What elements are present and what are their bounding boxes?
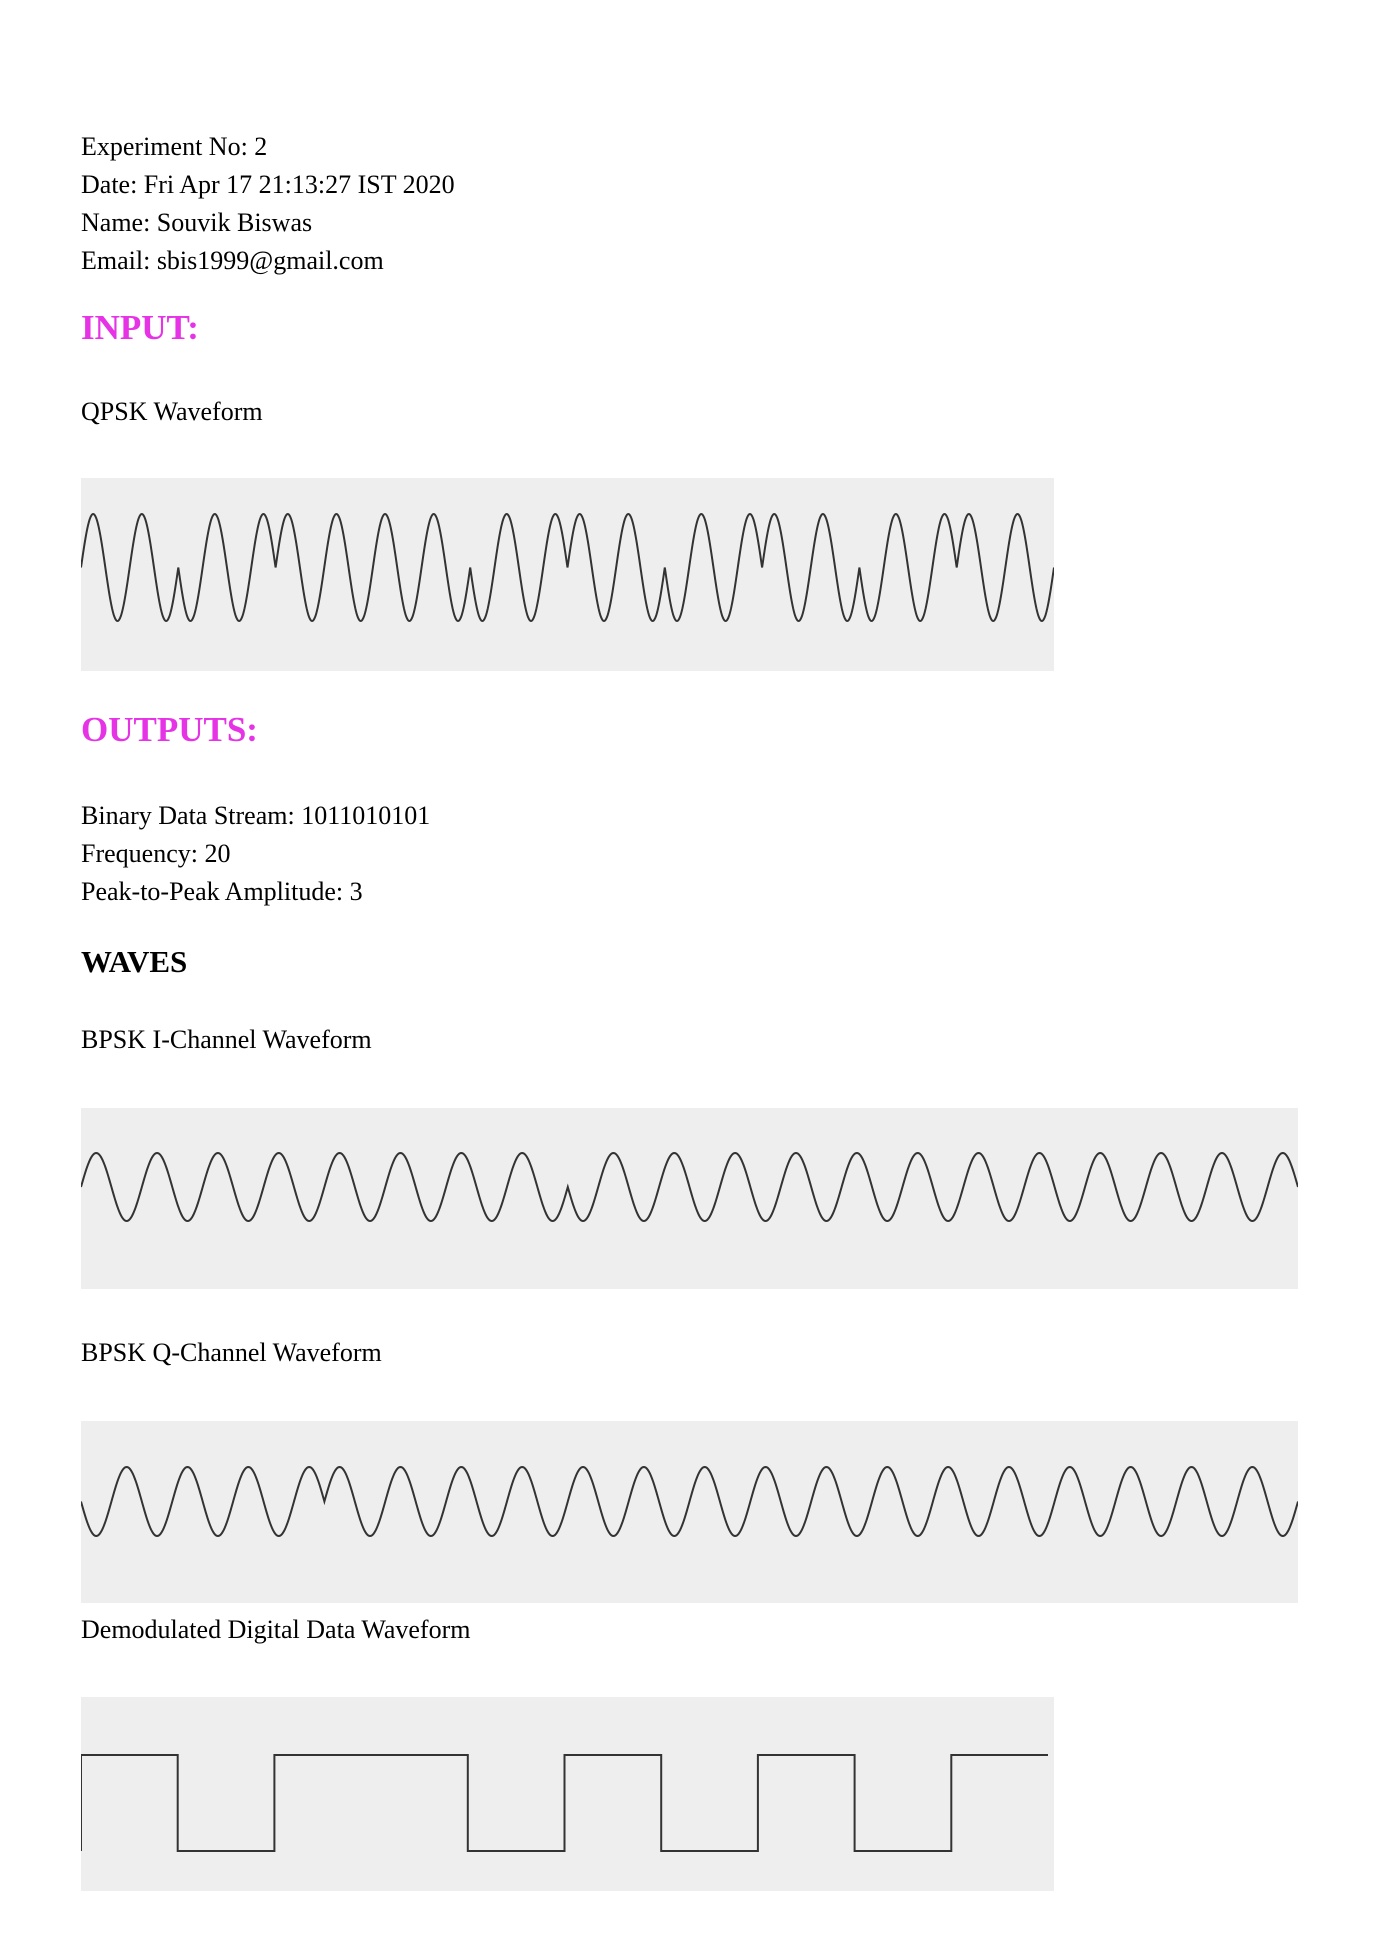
demod-label-wrap: Demodulated Digital Data Waveform	[81, 1614, 470, 1646]
demod-waveform-line	[81, 1754, 1048, 1852]
student-name: Name: Souvik Biswas	[81, 208, 313, 237]
qpsk-label-wrap: QPSK Waveform	[81, 396, 263, 428]
outputs-block: Binary Data Stream: 1011010101 Frequency…	[81, 797, 430, 911]
frequency: Frequency: 20	[81, 839, 231, 868]
experiment-number: Experiment No: 2	[81, 132, 268, 161]
binary-stream: Binary Data Stream: 1011010101	[81, 801, 431, 830]
qpsk-waveform-plot	[81, 478, 1054, 671]
bpsk-q-waveform-line	[81, 1465, 1298, 1538]
demod-label: Demodulated Digital Data Waveform	[81, 1615, 471, 1644]
experiment-date: Date: Fri Apr 17 21:13:27 IST 2020	[81, 170, 455, 199]
input-heading: INPUT:	[81, 308, 199, 347]
demod-waveform-svg	[81, 1754, 1048, 1852]
bpsk-i-waveform-svg	[81, 1151, 1298, 1223]
input-heading-wrap: INPUT:	[81, 308, 199, 348]
qpsk-waveform-label: QPSK Waveform	[81, 397, 263, 426]
bpsk-i-waveform-line	[81, 1151, 1298, 1223]
qpsk-waveform-line	[81, 512, 1054, 623]
bpsk-q-label: BPSK Q-Channel Waveform	[81, 1338, 382, 1367]
amplitude: Peak-to-Peak Amplitude: 3	[81, 877, 363, 906]
bpsk-i-waveform-plot	[81, 1108, 1298, 1289]
waves-heading-wrap: WAVES	[81, 944, 187, 980]
bpsk-q-label-wrap: BPSK Q-Channel Waveform	[81, 1337, 382, 1369]
bpsk-q-waveform-plot	[81, 1421, 1298, 1603]
waves-heading: WAVES	[81, 944, 188, 979]
student-email: Email: sbis1999@gmail.com	[81, 246, 384, 275]
qpsk-waveform-svg	[81, 512, 1054, 623]
outputs-heading: OUTPUTS:	[81, 710, 258, 749]
bpsk-i-label-wrap: BPSK I-Channel Waveform	[81, 1024, 372, 1056]
header-block: Experiment No: 2 Date: Fri Apr 17 21:13:…	[81, 128, 455, 280]
bpsk-q-waveform-svg	[81, 1465, 1298, 1538]
demod-waveform-plot	[81, 1697, 1054, 1891]
bpsk-i-label: BPSK I-Channel Waveform	[81, 1025, 372, 1054]
outputs-heading-wrap: OUTPUTS:	[81, 710, 258, 750]
